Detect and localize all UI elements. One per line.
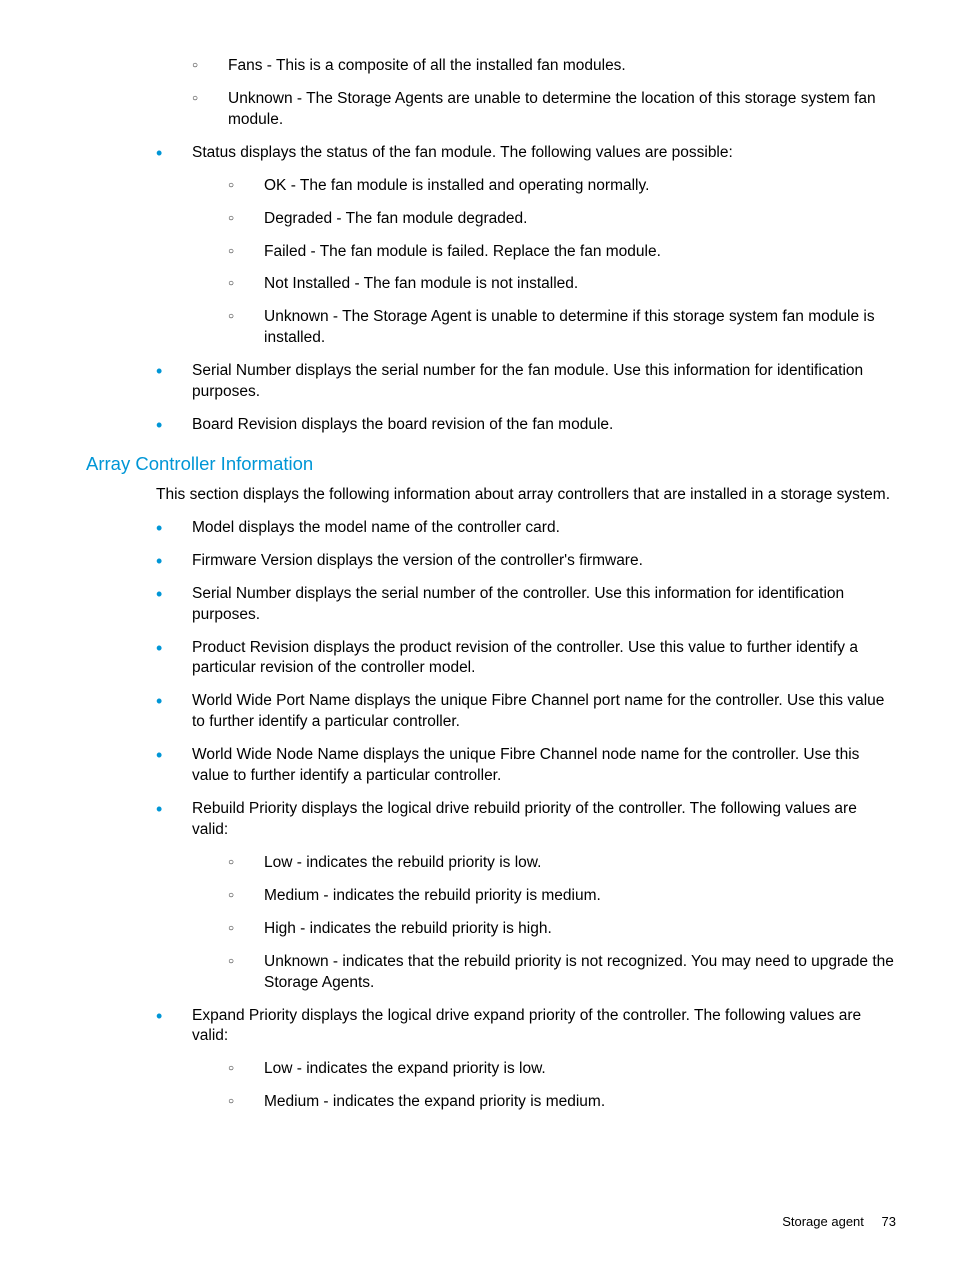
list-item-text: Rebuild Priority displays the logical dr… [192, 800, 857, 838]
list-item-text: World Wide Port Name displays the unique… [192, 692, 884, 730]
page-footer: Storage agent 73 [782, 1213, 896, 1231]
list-item: Product Revision displays the product re… [156, 638, 896, 680]
list-item-text: Fans - This is a composite of all the in… [228, 57, 626, 74]
list-item: Rebuild Priority displays the logical dr… [156, 799, 896, 993]
list-item-text: Not Installed - The fan module is not in… [264, 275, 578, 292]
list-item: OK - The fan module is installed and ope… [228, 176, 896, 197]
list-item-text: Unknown - The Storage Agent is unable to… [264, 308, 875, 346]
list-item-text: High - indicates the rebuild priority is… [264, 920, 552, 937]
footer-label: Storage agent [782, 1214, 864, 1229]
list-item-text: Low - indicates the rebuild priority is … [264, 854, 541, 871]
list-item-text: Degraded - The fan module degraded. [264, 210, 527, 227]
list-item: Low - indicates the rebuild priority is … [228, 853, 896, 874]
list-item: High - indicates the rebuild priority is… [228, 919, 896, 940]
fan-continuation-holder: Fans - This is a composite of all the in… [156, 56, 896, 131]
footer-page-number: 73 [882, 1214, 896, 1229]
list-item-text: Unknown - indicates that the rebuild pri… [264, 953, 894, 991]
list-item: World Wide Port Name displays the unique… [156, 691, 896, 733]
list-item: Unknown - indicates that the rebuild pri… [228, 952, 896, 994]
expand-priority-sublist: Low - indicates the expand priority is l… [192, 1059, 896, 1113]
fan-bullet-list: Status displays the status of the fan mo… [156, 143, 896, 436]
list-item-text: Low - indicates the expand priority is l… [264, 1060, 546, 1077]
section-intro-paragraph: This section displays the following info… [156, 485, 896, 506]
list-item-text: Medium - indicates the expand priority i… [264, 1093, 605, 1110]
rebuild-priority-sublist: Low - indicates the rebuild priority is … [192, 853, 896, 994]
list-item: World Wide Node Name displays the unique… [156, 745, 896, 787]
list-item-text: Expand Priority displays the logical dri… [192, 1007, 861, 1045]
list-item-text: World Wide Node Name displays the unique… [192, 746, 859, 784]
list-item: Unknown - The Storage Agents are unable … [192, 89, 896, 131]
list-item: Serial Number displays the serial number… [156, 361, 896, 403]
list-item: Board Revision displays the board revisi… [156, 415, 896, 436]
list-item: Model displays the model name of the con… [156, 518, 896, 539]
list-item-text: Failed - The fan module is failed. Repla… [264, 243, 661, 260]
list-item: Not Installed - The fan module is not in… [228, 274, 896, 295]
list-item: Serial Number displays the serial number… [156, 584, 896, 626]
list-item: Medium - indicates the rebuild priority … [228, 886, 896, 907]
page: Fans - This is a composite of all the in… [0, 0, 954, 1271]
fan-continuation-sublist: Fans - This is a composite of all the in… [156, 56, 896, 131]
list-item-text: Board Revision displays the board revisi… [192, 416, 613, 433]
array-bullet-list: Model displays the model name of the con… [156, 518, 896, 1113]
list-item: Fans - This is a composite of all the in… [192, 56, 896, 77]
section-heading-array-controller: Array Controller Information [86, 452, 896, 477]
list-item-text: OK - The fan module is installed and ope… [264, 177, 649, 194]
list-item-text: Serial Number displays the serial number… [192, 362, 863, 400]
list-item-text: Model displays the model name of the con… [192, 519, 560, 536]
list-item: Firmware Version displays the version of… [156, 551, 896, 572]
list-item: Status displays the status of the fan mo… [156, 143, 896, 349]
fan-continuation-bullet-wrapper: Fans - This is a composite of all the in… [156, 56, 896, 131]
fan-status-sublist: OK - The fan module is installed and ope… [192, 176, 896, 350]
list-item: Medium - indicates the expand priority i… [228, 1092, 896, 1113]
list-item-text: Status displays the status of the fan mo… [192, 144, 733, 161]
list-item-text: Product Revision displays the product re… [192, 639, 858, 677]
list-item: Unknown - The Storage Agent is unable to… [228, 307, 896, 349]
list-item: Degraded - The fan module degraded. [228, 209, 896, 230]
content-block: Fans - This is a composite of all the in… [156, 56, 896, 1113]
list-item: Failed - The fan module is failed. Repla… [228, 242, 896, 263]
list-item-text: Firmware Version displays the version of… [192, 552, 643, 569]
list-item-text: Serial Number displays the serial number… [192, 585, 844, 623]
list-item: Expand Priority displays the logical dri… [156, 1006, 896, 1114]
list-item-text: Unknown - The Storage Agents are unable … [228, 90, 876, 128]
list-item: Low - indicates the expand priority is l… [228, 1059, 896, 1080]
list-item-text: Medium - indicates the rebuild priority … [264, 887, 601, 904]
